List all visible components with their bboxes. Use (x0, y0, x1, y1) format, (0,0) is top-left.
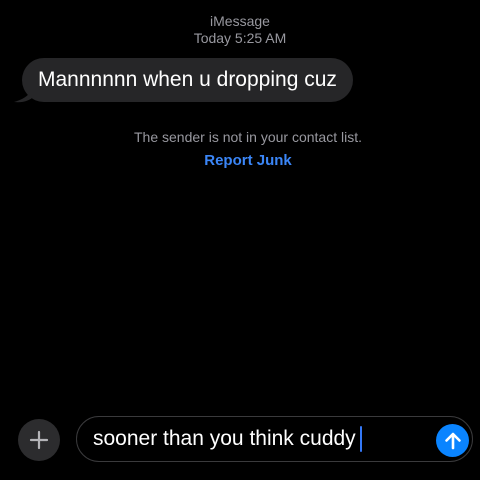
arrow-up-icon (444, 432, 461, 449)
messages-screen: iMessage Today 5:25 AM Mannnnnn when u d… (0, 0, 480, 480)
text-cursor (359, 426, 363, 452)
send-button[interactable] (436, 424, 469, 457)
thread-header: iMessage Today 5:25 AM (0, 13, 480, 47)
incoming-message-bubble[interactable]: Mannnnnn when u dropping cuz (22, 58, 353, 102)
message-input[interactable]: sooner than you think cuddy (76, 416, 473, 462)
unknown-sender-notice: The sender is not in your contact list. (134, 129, 362, 145)
add-attachment-button[interactable] (18, 419, 60, 461)
service-label: iMessage (210, 13, 270, 29)
draft-text: sooner than you think cuddy (93, 427, 356, 450)
plus-icon (29, 430, 49, 450)
timestamp: Today 5:25 AM (193, 30, 287, 46)
report-junk-link[interactable]: Report Junk (0, 151, 480, 171)
message-text: Mannnnnn when u dropping cuz (38, 68, 337, 91)
